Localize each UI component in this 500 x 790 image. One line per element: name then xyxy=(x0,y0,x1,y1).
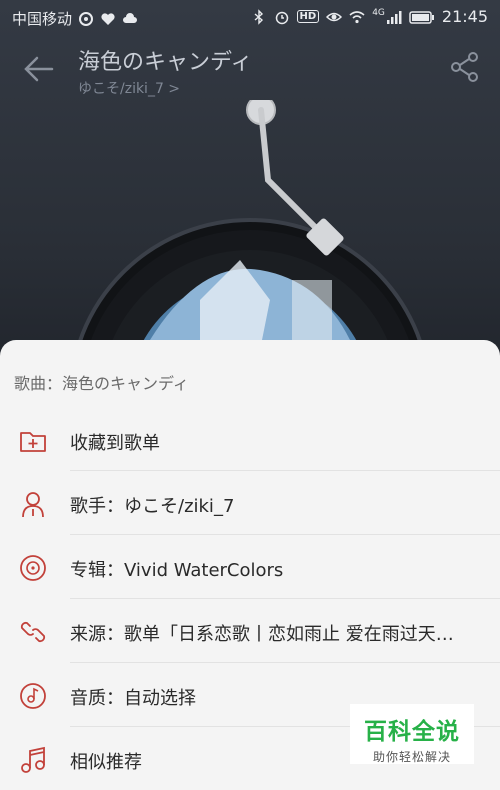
wifi-icon xyxy=(349,10,365,23)
link-icon xyxy=(20,621,46,643)
cloud-icon xyxy=(123,12,138,23)
menu-item-add-to-playlist[interactable]: 收藏到歌单 xyxy=(0,408,500,471)
folder-add-icon xyxy=(20,432,46,452)
status-bar: 中国移动 HD 4G 21:45 xyxy=(0,0,500,34)
artist-link[interactable]: ゆこそ/ziki_7 > xyxy=(78,78,180,98)
menu-item-label: 来源：歌单「日系恋歌丨恋如雨止 爱在雨过天… xyxy=(70,624,454,645)
sheet-title: 歌曲：海色のキャンディ xyxy=(14,374,189,393)
menu-item-singer[interactable]: 歌手：ゆこそ/ziki_7 xyxy=(0,471,500,534)
menu-item-label: 收藏到歌单 xyxy=(70,433,160,454)
album-disc-icon xyxy=(20,555,46,581)
tonearm xyxy=(246,100,344,256)
menu-item-label: 歌手：ゆこそ/ziki_7 xyxy=(70,496,235,517)
player-header: 海色のキャンディ ゆこそ/ziki_7 > xyxy=(0,36,500,100)
singer-icon xyxy=(22,492,44,518)
music-note-icon xyxy=(21,746,45,773)
watermark: 百科全说 助你轻松解决 xyxy=(350,704,474,764)
signal-icon xyxy=(386,10,402,24)
menu-item-source[interactable]: 来源：歌单「日系恋歌丨恋如雨止 爱在雨过天… xyxy=(0,599,500,662)
share-icon[interactable] xyxy=(448,50,482,84)
alarm-icon xyxy=(275,11,288,24)
battery-icon xyxy=(409,10,434,24)
heart-pulse-icon xyxy=(101,12,115,25)
song-title: 海色のキャンディ xyxy=(78,50,253,75)
menu-item-label: 专辑：Vivid WaterColors xyxy=(70,560,284,581)
quality-icon xyxy=(20,683,46,709)
bluetooth-icon xyxy=(254,8,263,25)
clock: 21:45 xyxy=(441,7,488,26)
hd-icon: HD xyxy=(296,10,320,23)
menu-item-album[interactable]: 专辑：Vivid WaterColors xyxy=(0,535,500,598)
back-arrow-icon[interactable] xyxy=(22,52,56,86)
network-label: 4G xyxy=(372,7,385,18)
watermark-sub: 助你轻松解决 xyxy=(372,750,451,764)
carrier-label: 中国移动 xyxy=(12,10,73,28)
swirl-icon xyxy=(79,11,94,26)
watermark-main: 百科全说 xyxy=(364,719,460,745)
eye-icon xyxy=(326,12,343,21)
